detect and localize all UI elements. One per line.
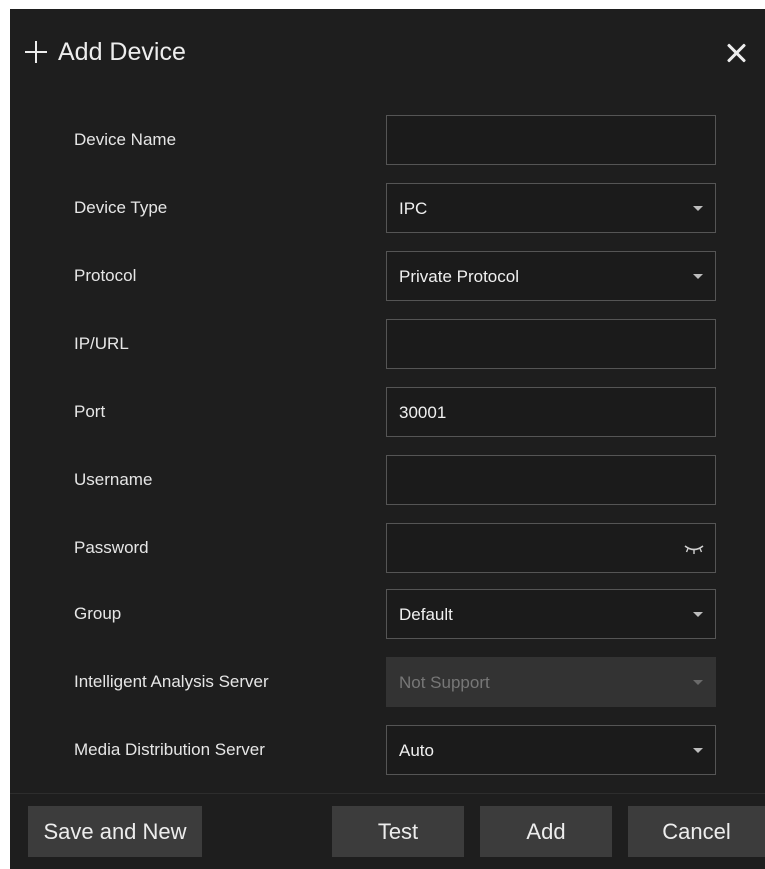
password-label: Password xyxy=(74,538,149,557)
device-type-select[interactable]: IPC xyxy=(386,183,716,233)
device-type-row: Device Type IPC xyxy=(10,183,765,235)
protocol-value: Private Protocol xyxy=(399,267,519,286)
ip-url-label: IP/URL xyxy=(74,334,129,353)
intelligent-analysis-server-value: Not Support xyxy=(399,673,490,692)
save-and-new-button[interactable]: Save and New xyxy=(28,806,202,857)
intelligent-analysis-server-select: Not Support xyxy=(386,657,716,707)
group-select[interactable]: Default xyxy=(386,589,716,639)
close-icon[interactable] xyxy=(726,43,746,63)
media-distribution-server-select[interactable]: Auto xyxy=(386,725,716,775)
group-row: Group Default xyxy=(10,589,765,641)
media-distribution-server-label: Media Distribution Server xyxy=(74,740,265,759)
port-row: Port 30001 xyxy=(10,387,765,439)
username-label: Username xyxy=(74,470,153,489)
port-label: Port xyxy=(74,402,106,421)
footer-divider xyxy=(10,793,765,794)
chevron-down-icon xyxy=(693,612,703,617)
cancel-button[interactable]: Cancel xyxy=(628,806,765,857)
password-row: Password xyxy=(10,523,765,575)
chevron-down-icon xyxy=(693,748,703,753)
device-type-value: IPC xyxy=(399,199,428,218)
password-input[interactable] xyxy=(386,523,716,573)
intelligent-analysis-server-row: Intelligent Analysis Server Not Support xyxy=(10,657,765,709)
intelligent-analysis-server-label: Intelligent Analysis Server xyxy=(74,672,269,691)
test-button[interactable]: Test xyxy=(332,806,464,857)
dialog-header: Add Device xyxy=(10,9,765,97)
add-device-dialog: Add Device Device Name Device Type IPC P… xyxy=(10,9,765,869)
protocol-row: Protocol Private Protocol xyxy=(10,251,765,303)
device-name-input[interactable] xyxy=(386,115,716,165)
device-type-label: Device Type xyxy=(74,198,168,217)
group-label: Group xyxy=(74,604,122,623)
ip-url-input[interactable] xyxy=(386,319,716,369)
port-value: 30001 xyxy=(399,403,447,422)
ip-url-row: IP/URL xyxy=(10,319,765,371)
chevron-down-icon xyxy=(693,680,703,685)
chevron-down-icon xyxy=(693,206,703,211)
protocol-label: Protocol xyxy=(74,266,137,285)
add-button[interactable]: Add xyxy=(480,806,612,857)
media-distribution-server-row: Media Distribution Server Auto xyxy=(10,725,765,777)
device-name-row: Device Name xyxy=(10,115,765,167)
media-distribution-server-value: Auto xyxy=(399,741,434,760)
username-input[interactable] xyxy=(386,455,716,505)
plus-icon xyxy=(25,41,47,63)
device-name-label: Device Name xyxy=(74,130,177,149)
port-input[interactable]: 30001 xyxy=(386,387,716,437)
username-row: Username xyxy=(10,455,765,507)
group-value: Default xyxy=(399,605,453,624)
protocol-select[interactable]: Private Protocol xyxy=(386,251,716,301)
eye-closed-icon[interactable] xyxy=(683,542,705,556)
dialog-title: Add Device xyxy=(58,38,186,66)
chevron-down-icon xyxy=(693,274,703,279)
